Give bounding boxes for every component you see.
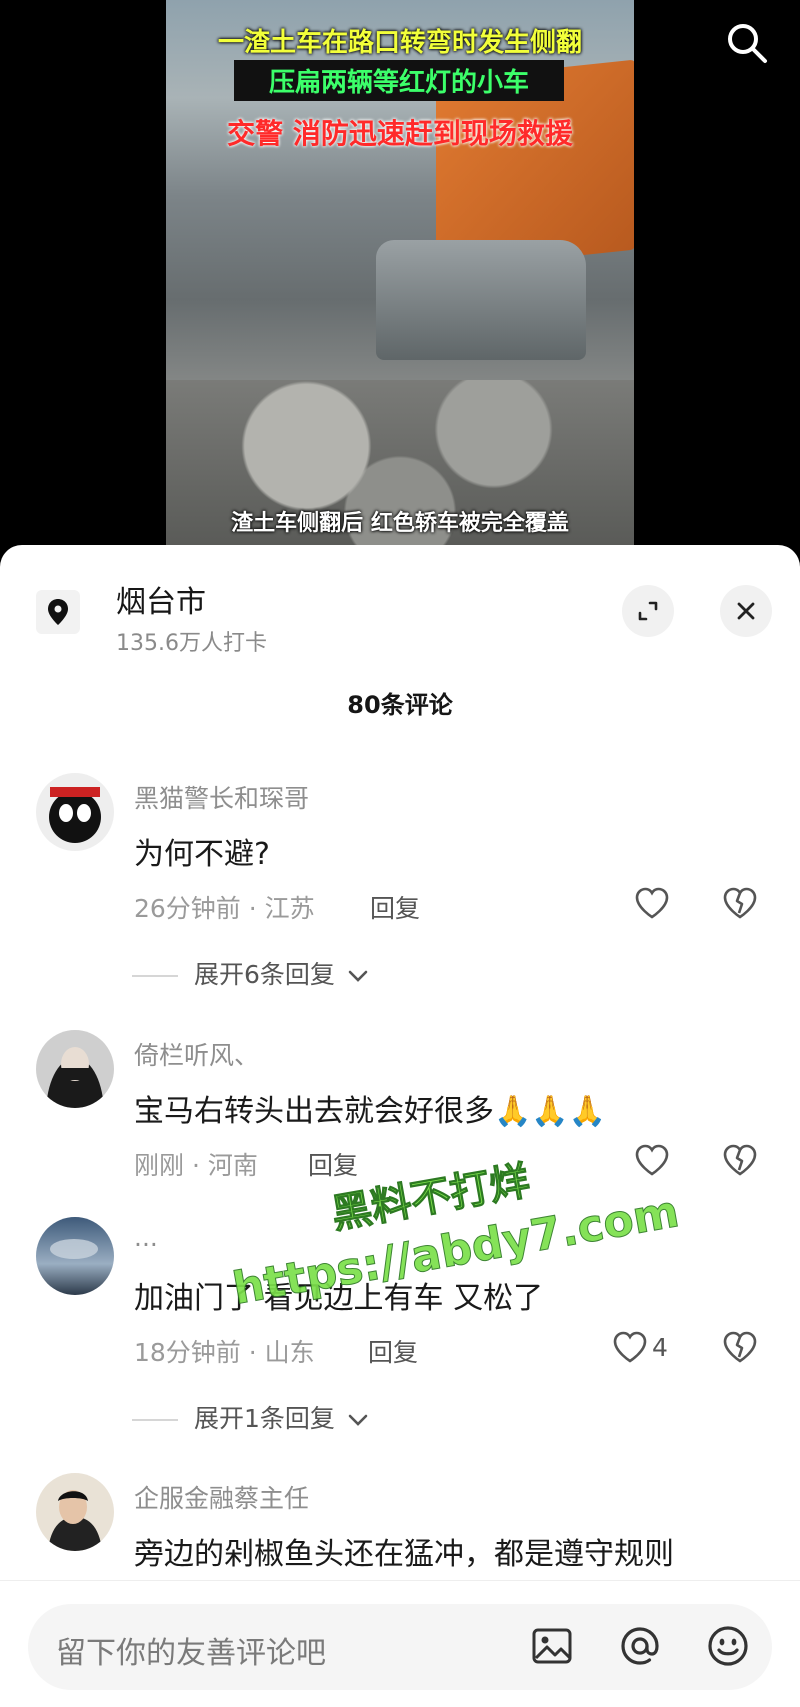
comment-username[interactable]: 倚栏听风、 xyxy=(134,1036,259,1072)
comments-count: 80条评论 xyxy=(347,691,453,719)
comment-username[interactable]: ... xyxy=(134,1223,158,1252)
location-title[interactable]: 烟台市 xyxy=(116,577,206,621)
comment-text: 旁边的剁椒鱼头还在猛冲，都是遵守规则 xyxy=(134,1537,674,1572)
video-car xyxy=(376,240,586,360)
divider xyxy=(132,975,178,977)
expand-button[interactable] xyxy=(622,585,674,637)
close-button[interactable] xyxy=(720,585,772,637)
location-checkins: 135.6万人打卡 xyxy=(116,631,267,656)
image-icon[interactable] xyxy=(528,1622,576,1670)
reply-button[interactable]: 回复 xyxy=(308,1146,358,1182)
broken-heart-icon[interactable] xyxy=(720,1327,760,1367)
like-count: 4 xyxy=(652,1333,668,1362)
comment-composer-bar: 留下你的友善评论吧 xyxy=(0,1580,800,1707)
avatar[interactable] xyxy=(36,1473,114,1551)
video-player[interactable]: 一渣土车在路口转弯时发生侧翻 压扁两辆等红灯的小车 交警 消防迅速赶到现场救援 … xyxy=(0,0,800,560)
video-caption-1: 一渣土车在路口转弯时发生侧翻 xyxy=(217,28,582,58)
comment-meta: 刚刚 · 河南 xyxy=(134,1151,258,1180)
broken-heart-icon[interactable] xyxy=(720,883,760,923)
location-pin-icon xyxy=(36,590,80,634)
comment-username[interactable]: 企服金融蔡主任 xyxy=(134,1479,309,1515)
chevron-down-icon xyxy=(348,1414,368,1426)
broken-heart-icon[interactable] xyxy=(720,1140,760,1180)
search-icon[interactable] xyxy=(724,20,770,66)
heart-icon[interactable] xyxy=(632,883,672,923)
expand-icon xyxy=(638,601,658,621)
emoji-icon[interactable] xyxy=(704,1622,752,1670)
divider xyxy=(132,1419,178,1421)
comment-text: 为何不避? xyxy=(134,837,270,872)
expand-replies-button[interactable]: 展开6条回复 xyxy=(132,955,369,991)
reply-button[interactable]: 回复 xyxy=(370,889,420,925)
heart-icon[interactable] xyxy=(610,1327,650,1367)
avatar[interactable] xyxy=(36,1030,114,1108)
heart-icon[interactable] xyxy=(632,1140,672,1180)
expand-replies-label: 展开1条回复 xyxy=(194,1404,335,1433)
avatar[interactable] xyxy=(36,773,114,851)
reply-button[interactable]: 回复 xyxy=(368,1333,418,1369)
video-caption-2: 压扁两辆等红灯的小车 xyxy=(234,60,564,101)
comments-panel: 烟台市 135.6万人打卡 80条评论 黑猫警长和琛哥 为何不避? 26分钟前 … xyxy=(0,545,800,1706)
video-frame: 一渣土车在路口转弯时发生侧翻 压扁两辆等红灯的小车 交警 消防迅速赶到现场救援 … xyxy=(166,0,634,545)
expand-replies-label: 展开6条回复 xyxy=(194,960,335,989)
avatar[interactable] xyxy=(36,1217,114,1295)
expand-replies-button[interactable]: 展开1条回复 xyxy=(132,1399,369,1435)
at-icon[interactable] xyxy=(616,1622,664,1670)
chevron-down-icon xyxy=(348,970,368,982)
comment-username[interactable]: 黑猫警长和琛哥 xyxy=(134,779,309,815)
video-caption-3: 交警 消防迅速赶到现场救援 xyxy=(227,117,573,150)
close-icon xyxy=(737,602,755,620)
comment-text: 宝马右转头出去就会好很多🙏🙏🙏 xyxy=(134,1094,607,1129)
video-caption-bottom: 渣土车侧翻后 红色轿车被完全覆盖 xyxy=(231,511,569,536)
comment-meta: 26分钟前 · 江苏 xyxy=(134,894,315,923)
comment-meta: 18分钟前 · 山东 xyxy=(134,1338,315,1367)
comment-input[interactable]: 留下你的友善评论吧 xyxy=(28,1604,772,1690)
comment-input-placeholder: 留下你的友善评论吧 xyxy=(56,1636,326,1671)
